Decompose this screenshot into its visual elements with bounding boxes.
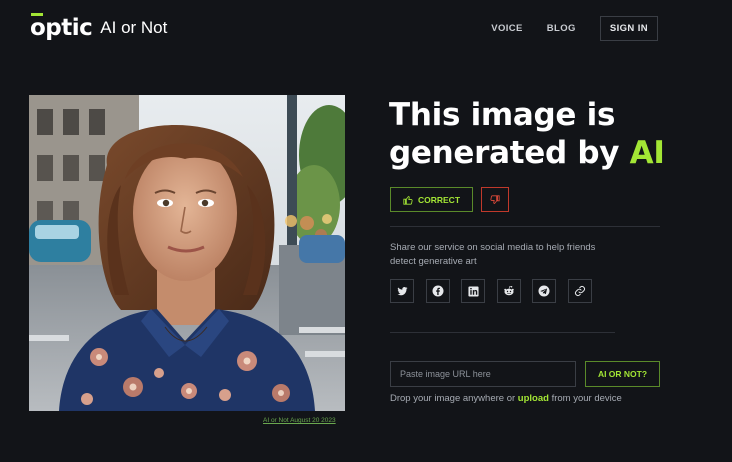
copy-link-button[interactable] — [567, 279, 592, 303]
image-caption-link[interactable]: AI or Not August 20 2023 — [263, 417, 336, 424]
logo-word-text: optic — [30, 14, 93, 41]
linkedin-icon — [467, 285, 479, 297]
result-headline: This image is generated by AI — [389, 96, 665, 172]
drop-instructions: Drop your image anywhere or upload from … — [390, 393, 622, 404]
divider-bottom — [390, 332, 615, 333]
brand-logo[interactable]: optic AI or Not — [30, 12, 168, 42]
headline-accent: AI — [629, 135, 665, 171]
ai-or-not-submit-button[interactable]: AI OR NOT? — [585, 361, 660, 387]
logo-accent-bar — [31, 12, 43, 16]
reddit-share-button[interactable] — [496, 279, 521, 303]
thumbs-up-icon — [403, 195, 413, 205]
telegram-icon — [538, 285, 550, 297]
headline-line-2-text: generated by — [389, 135, 630, 171]
reddit-icon — [503, 285, 514, 296]
thumbs-down-icon — [490, 194, 500, 204]
twitter-share-button[interactable] — [390, 279, 414, 303]
sign-in-button[interactable]: SIGN IN — [599, 16, 658, 41]
portrait-illustration — [29, 95, 345, 411]
correct-label: CORRECT — [417, 194, 461, 205]
main-nav: VOICE BLOG SIGN IN — [491, 16, 658, 41]
share-description: Share our service on social media to hel… — [390, 242, 596, 267]
facebook-share-button[interactable] — [425, 279, 450, 303]
headline-line-1: This image is — [389, 97, 616, 133]
top-header: optic AI or Not VOICE BLOG SIGN IN — [0, 0, 732, 56]
analyzed-image — [29, 95, 345, 411]
headline-line-2: generated by AI — [389, 134, 665, 172]
twitter-icon — [396, 286, 408, 295]
drop-prefix: Drop your image anywhere or — [390, 393, 518, 404]
correct-feedback-button[interactable]: CORRECT — [390, 187, 473, 212]
telegram-share-button[interactable] — [532, 279, 556, 303]
facebook-icon — [432, 285, 443, 297]
product-name: AI or Not — [100, 18, 168, 37]
incorrect-feedback-button[interactable] — [481, 187, 509, 212]
social-share-row — [390, 279, 603, 303]
linkedin-share-button[interactable] — [461, 279, 485, 303]
optic-logo-word: optic — [30, 12, 93, 41]
link-icon — [574, 286, 585, 296]
upload-link[interactable]: upload — [518, 393, 549, 404]
drop-suffix: from your device — [548, 393, 622, 404]
nav-blog-link[interactable]: BLOG — [547, 17, 576, 41]
image-url-input[interactable] — [390, 361, 576, 387]
divider-top — [390, 226, 660, 227]
nav-voice-link[interactable]: VOICE — [491, 17, 523, 41]
